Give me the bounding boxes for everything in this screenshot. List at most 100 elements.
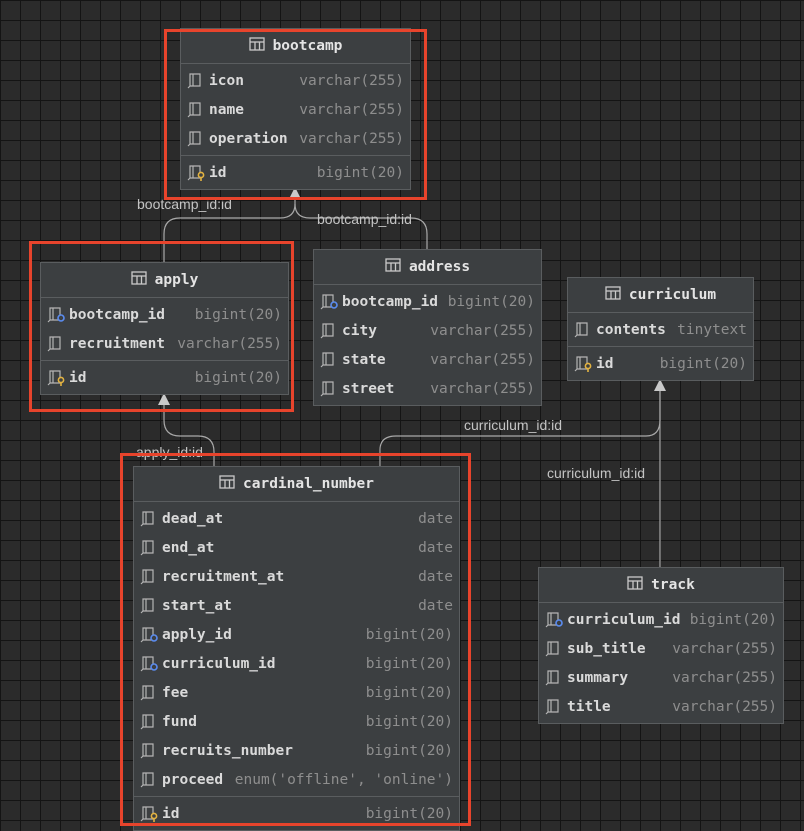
column-list: bootcamp_id bigint(20) recruitment varchar(… [41, 298, 288, 360]
column-row[interactable]: start_at date [134, 591, 459, 620]
table-header[interactable]: track [539, 568, 783, 603]
column-row[interactable]: summary varchar(255) [539, 663, 783, 692]
column-row[interactable]: recruitment_at date [134, 562, 459, 591]
column-type: bigint(20) [365, 742, 453, 759]
primary-key-icon [140, 805, 158, 822]
column-name: dead_at [162, 510, 224, 527]
table-icon [385, 258, 401, 276]
column-type: enum('offline', 'online') [234, 771, 453, 788]
foreign-key-icon [320, 293, 338, 310]
table-header[interactable]: cardinal_number [134, 467, 459, 502]
column-row[interactable]: recruitment varchar(255) [41, 329, 288, 358]
table-name: curriculum [628, 287, 717, 303]
column-icon [187, 72, 205, 89]
table-curriculum[interactable]: curriculum contents tinytext id bigint(20) [567, 277, 754, 381]
column-row[interactable]: dead_at date [134, 504, 459, 533]
column-type: bigint(20) [365, 805, 453, 822]
table-icon [627, 576, 643, 594]
column-type: bigint(20) [316, 164, 404, 181]
table-icon [131, 271, 147, 289]
column-name: apply_id [162, 626, 232, 643]
column-icon [545, 640, 563, 657]
table-icon [248, 37, 265, 55]
foreign-key-icon [47, 306, 65, 323]
relation-label-address-bootcamp: bootcamp_id:id [317, 211, 412, 227]
table-track[interactable]: track curriculum_id bigint(20) sub_title var… [538, 567, 784, 724]
column-name: id [162, 805, 180, 822]
column-icon [320, 322, 338, 339]
table-bootcamp[interactable]: bootcamp icon varchar(255) name varchar(255)… [180, 28, 411, 190]
column-icon [140, 510, 158, 527]
column-row[interactable]: contents tinytext [568, 315, 753, 344]
column-row[interactable]: name varchar(255) [181, 95, 410, 124]
column-row[interactable]: id bigint(20) [568, 349, 753, 378]
column-icon [140, 539, 158, 556]
column-name: city [342, 322, 377, 339]
column-row[interactable]: recruits_number bigint(20) [134, 736, 459, 765]
column-row[interactable]: sub_title varchar(255) [539, 634, 783, 663]
column-icon [140, 713, 158, 730]
column-row[interactable]: fee bigint(20) [134, 678, 459, 707]
column-row[interactable]: icon varchar(255) [181, 66, 410, 95]
column-type: varchar(255) [430, 322, 535, 339]
relation-label-apply-bootcamp: bootcamp_id:id [137, 196, 232, 212]
column-name: recruitment [69, 335, 166, 352]
column-row[interactable]: city varchar(255) [314, 316, 541, 345]
column-row[interactable]: state varchar(255) [314, 345, 541, 374]
column-name: recruitment_at [162, 568, 285, 585]
column-list: icon varchar(255) name varchar(255) operatio… [181, 64, 410, 155]
column-type: varchar(255) [299, 72, 404, 89]
column-row[interactable]: bootcamp_id bigint(20) [314, 287, 541, 316]
column-name: summary [567, 669, 629, 686]
column-name: fund [162, 713, 197, 730]
column-row[interactable]: apply_id bigint(20) [134, 620, 459, 649]
table-header[interactable]: curriculum [568, 278, 753, 313]
column-type: bigint(20) [365, 684, 453, 701]
column-name: proceed [162, 771, 224, 788]
column-row[interactable]: fund bigint(20) [134, 707, 459, 736]
primary-key-list: id bigint(20) [181, 155, 410, 189]
foreign-key-icon [545, 611, 563, 628]
column-icon [545, 669, 563, 686]
column-row[interactable]: end_at date [134, 533, 459, 562]
column-name: curriculum_id [567, 611, 681, 628]
column-row[interactable]: bootcamp_id bigint(20) [41, 300, 288, 329]
column-row[interactable]: curriculum_id bigint(20) [539, 605, 783, 634]
column-name: contents [596, 321, 666, 338]
column-icon [187, 130, 205, 147]
column-icon [320, 380, 338, 397]
column-row[interactable]: id bigint(20) [134, 799, 459, 828]
column-type: bigint(20) [194, 369, 282, 386]
column-type: varchar(255) [672, 698, 777, 715]
column-row[interactable]: curriculum_id bigint(20) [134, 649, 459, 678]
column-row[interactable]: title varchar(255) [539, 692, 783, 721]
column-row[interactable]: proceed enum('offline', 'online') [134, 765, 459, 794]
column-name: operation [209, 130, 288, 147]
table-address[interactable]: address bootcamp_id bigint(20) city varchar(… [313, 249, 542, 406]
table-header[interactable]: apply [41, 263, 288, 298]
column-icon [574, 321, 592, 338]
column-type: date [418, 510, 453, 527]
table-header[interactable]: address [314, 250, 541, 285]
column-name: bootcamp_id [69, 306, 166, 323]
column-type: bigint(20) [659, 355, 747, 372]
table-name: track [651, 577, 695, 593]
relation-label-cardinal-apply: apply_id:id [136, 444, 203, 460]
table-name: bootcamp [272, 38, 343, 54]
column-type: varchar(255) [299, 101, 404, 118]
column-row[interactable]: id bigint(20) [41, 363, 288, 392]
table-header[interactable]: bootcamp [181, 29, 410, 64]
column-row[interactable]: street varchar(255) [314, 374, 541, 403]
column-type: date [418, 568, 453, 585]
column-type: varchar(255) [672, 669, 777, 686]
column-name: title [567, 698, 611, 715]
column-row[interactable]: id bigint(20) [181, 158, 410, 187]
column-name: street [342, 380, 395, 397]
table-cardinal-number[interactable]: cardinal_number dead_at date end_at date recr… [133, 466, 460, 831]
column-list: dead_at date end_at date recruitment_at date s… [134, 502, 459, 796]
column-icon [47, 335, 65, 352]
column-icon [320, 351, 338, 368]
table-apply[interactable]: apply bootcamp_id bigint(20) recruitment var… [40, 262, 289, 395]
column-type: varchar(255) [299, 130, 404, 147]
column-row[interactable]: operation varchar(255) [181, 124, 410, 153]
